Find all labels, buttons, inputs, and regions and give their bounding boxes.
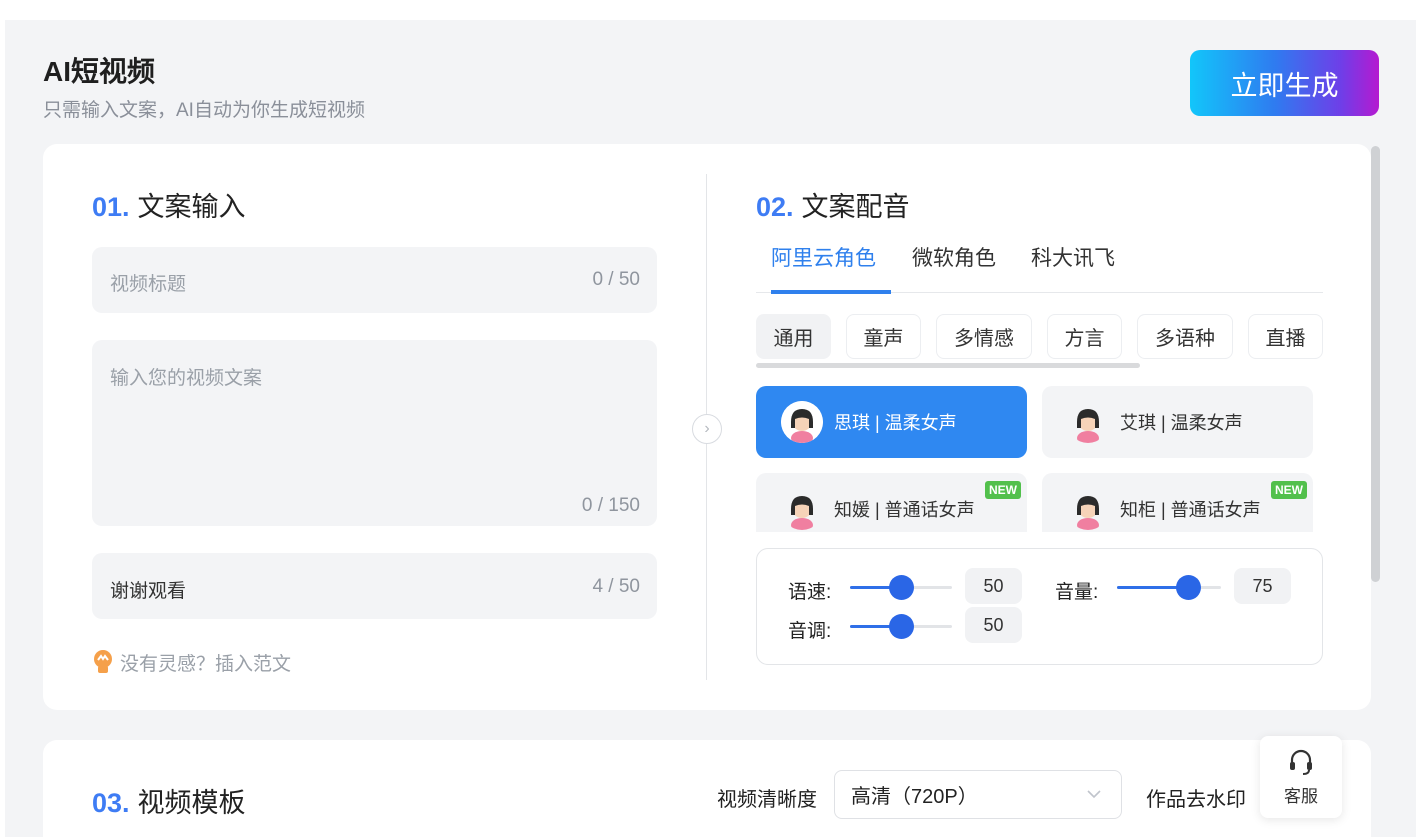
section-number: 03. bbox=[92, 788, 130, 818]
category-chip-multilingual[interactable]: 多语种 bbox=[1137, 314, 1233, 359]
ending-text-input[interactable]: 谢谢观看 4 / 50 bbox=[92, 553, 657, 619]
quality-value: 高清（720P） bbox=[851, 786, 978, 808]
watermark-label: 作品去水印 bbox=[1146, 789, 1246, 811]
new-badge: NEW bbox=[985, 481, 1021, 499]
voice-label: 艾琪 | 温柔女声 bbox=[1120, 413, 1243, 433]
ending-text-value: 谢谢观看 bbox=[110, 581, 187, 602]
video-script-placeholder: 输入您的视频文案 bbox=[110, 368, 263, 389]
section-number: 01. bbox=[92, 192, 130, 222]
section-number: 02. bbox=[756, 192, 794, 222]
customer-service-label: 客服 bbox=[1284, 786, 1318, 806]
quality-select[interactable]: 高清（720P） bbox=[834, 770, 1122, 819]
volume-value[interactable]: 75 bbox=[1234, 568, 1291, 604]
chevron-right-icon[interactable]: › bbox=[692, 414, 722, 444]
pitch-slider[interactable] bbox=[850, 614, 952, 639]
category-scrollbar[interactable] bbox=[756, 363, 1140, 368]
speed-slider-knob[interactable] bbox=[889, 575, 914, 600]
video-title-char-count: 0 / 50 bbox=[592, 269, 640, 290]
section-script-input-title: 01. 文案输入 bbox=[92, 185, 246, 224]
insert-sample-link[interactable]: 没有灵感？插入范文 bbox=[92, 648, 291, 676]
insert-sample-text: 没有灵感？插入范文 bbox=[120, 653, 292, 675]
video-title-placeholder: 视频标题 bbox=[110, 274, 187, 295]
avatar bbox=[791, 496, 813, 530]
generate-button[interactable]: 立即生成 bbox=[1190, 50, 1379, 116]
customer-service-button[interactable]: 客服 bbox=[1260, 736, 1342, 818]
category-chip-dialect[interactable]: 方言 bbox=[1047, 314, 1122, 359]
speed-value[interactable]: 50 bbox=[965, 568, 1022, 604]
section-dubbing-title: 02. 文案配音 bbox=[756, 185, 910, 224]
voice-label: 知媛 | 普通话女声 bbox=[834, 500, 975, 520]
video-title-input[interactable]: 视频标题 0 / 50 bbox=[92, 247, 657, 313]
lightbulb-icon bbox=[94, 650, 112, 673]
voice-label: 知柜 | 普通话女声 bbox=[1120, 500, 1261, 520]
speed-label: 语速: bbox=[788, 582, 832, 603]
section-label: 文案配音 bbox=[801, 192, 910, 222]
voice-card-zhigui[interactable]: 知柜 | 普通话女声 NEW bbox=[1042, 473, 1313, 532]
volume-label: 音量: bbox=[1055, 582, 1099, 603]
voice-card-aiqi[interactable]: 艾琪 | 温柔女声 bbox=[1042, 386, 1313, 458]
quality-label: 视频清晰度 bbox=[717, 789, 817, 811]
section-label: 文案输入 bbox=[137, 192, 246, 222]
tab-iflytek[interactable]: 科大讯飞 bbox=[1016, 244, 1130, 293]
voice-provider-tabs: 阿里云角色 微软角色 科大讯飞 bbox=[756, 244, 1323, 294]
category-chip-general[interactable]: 通用 bbox=[756, 314, 831, 359]
category-chip-live[interactable]: 直播 bbox=[1248, 314, 1323, 359]
voice-list: 思琪 | 温柔女声 艾琪 | 温柔女声 知媛 | 普通话女声 NEW 知柜 | … bbox=[756, 386, 1316, 532]
category-chip-child[interactable]: 童声 bbox=[846, 314, 921, 359]
pitch-label: 音调: bbox=[788, 621, 832, 642]
voice-card-zhiyuan[interactable]: 知媛 | 普通话女声 NEW bbox=[756, 473, 1027, 532]
volume-slider-knob[interactable] bbox=[1175, 575, 1201, 600]
video-script-char-count: 0 / 150 bbox=[581, 495, 640, 516]
pitch-value[interactable]: 50 bbox=[965, 607, 1022, 643]
section-template-title: 03. 视频模板 bbox=[92, 781, 246, 820]
new-badge: NEW bbox=[1271, 481, 1307, 499]
page-title: AI短视频 bbox=[43, 56, 156, 87]
tab-aliyun[interactable]: 阿里云角色 bbox=[756, 244, 891, 294]
scrollbar[interactable] bbox=[1371, 146, 1380, 582]
speed-slider[interactable] bbox=[850, 575, 952, 600]
section-label: 视频模板 bbox=[137, 788, 246, 818]
voice-label: 思琪 | 温柔女声 bbox=[834, 413, 957, 433]
headset-icon bbox=[1290, 749, 1312, 775]
voice-card-siqi[interactable]: 思琪 | 温柔女声 bbox=[756, 386, 1027, 458]
page-subtitle: 只需输入文案，AI自动为你生成短视频 bbox=[43, 100, 365, 121]
ending-text-char-count: 4 / 50 bbox=[592, 576, 640, 597]
voice-controls-panel: 语速: 50 音量: 75 音调: 50 bbox=[756, 548, 1323, 665]
avatar bbox=[781, 401, 823, 443]
category-chip-emotional[interactable]: 多情感 bbox=[936, 314, 1032, 359]
avatar bbox=[1077, 409, 1099, 443]
volume-slider[interactable] bbox=[1117, 575, 1221, 600]
pitch-slider-knob[interactable] bbox=[889, 614, 914, 639]
tab-microsoft[interactable]: 微软角色 bbox=[897, 244, 1011, 293]
chevron-down-icon bbox=[1087, 790, 1101, 799]
video-script-textarea[interactable]: 输入您的视频文案 0 / 150 bbox=[92, 340, 657, 526]
avatar bbox=[1077, 496, 1099, 530]
